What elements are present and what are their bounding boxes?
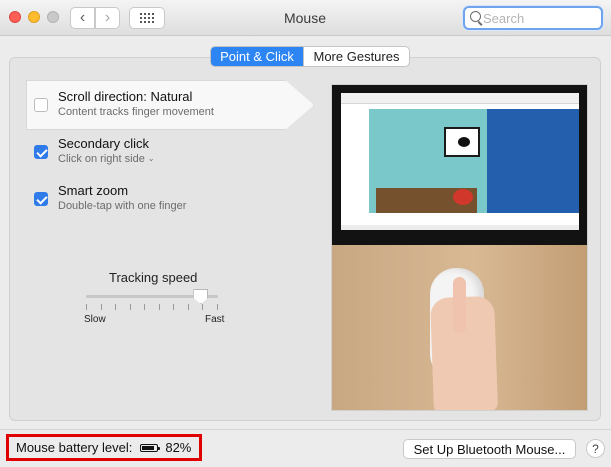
search-field[interactable]: [463, 6, 603, 30]
scroll-direction-option[interactable]: Scroll direction: Natural Content tracks…: [34, 89, 294, 131]
zoom-window-button[interactable]: [47, 11, 59, 23]
option-title: Scroll direction: Natural: [58, 89, 193, 104]
preview-monitor: [332, 85, 587, 245]
fast-label: Fast: [205, 314, 225, 325]
battery-label: Mouse battery level:: [16, 440, 133, 455]
option-subtitle: Double-tap with one finger: [58, 200, 187, 212]
smart-zoom-option[interactable]: Smart zoom Double-tap with one finger: [34, 183, 294, 225]
grid-icon: [140, 13, 154, 23]
chevron-down-icon: ⌄: [147, 154, 155, 163]
show-all-button[interactable]: [129, 7, 165, 29]
close-window-button[interactable]: [9, 11, 21, 23]
minimize-window-button[interactable]: [28, 11, 40, 23]
chevron-left-icon: ‹: [79, 9, 86, 26]
checkmark-icon: [36, 146, 48, 158]
slow-label: Slow: [84, 314, 106, 325]
battery-fill: [142, 445, 154, 450]
finger-icon: [453, 277, 466, 333]
tab-label: Point & Click: [220, 49, 294, 64]
gesture-tabs: Point & Click More Gestures: [210, 46, 410, 67]
scroll-direction-checkbox[interactable]: [34, 98, 48, 112]
search-input[interactable]: [483, 9, 595, 27]
battery-percentage: 82%: [165, 440, 192, 455]
help-button[interactable]: ?: [586, 439, 605, 458]
preview-left-panel: [341, 109, 369, 213]
preview-browser-bar: [341, 93, 579, 104]
tab-label: More Gestures: [313, 49, 400, 64]
checkmark-icon: [36, 193, 48, 205]
secondary-click-checkbox[interactable]: [34, 145, 48, 159]
preview-chair: [453, 189, 473, 205]
slider-ticks: [86, 304, 218, 310]
preview-picture-frame: [444, 127, 480, 157]
tab-more-gestures[interactable]: More Gestures: [303, 47, 409, 66]
forward-button[interactable]: ›: [95, 7, 120, 29]
tab-point-and-click[interactable]: Point & Click: [211, 47, 303, 66]
setup-bluetooth-mouse-button[interactable]: Set Up Bluetooth Mouse...: [403, 439, 576, 459]
back-button[interactable]: ‹: [70, 7, 95, 29]
option-title: Secondary click: [58, 136, 150, 151]
window-title: Mouse: [283, 10, 327, 26]
mouse-preferences-window: ‹ › Mouse Point & Click More Gestures: [0, 0, 611, 467]
battery-cap: [158, 446, 161, 450]
search-icon: [470, 11, 481, 22]
battery-highlight: Mouse battery level: 82%: [6, 434, 202, 461]
preview-dock: [341, 225, 579, 230]
option-title: Smart zoom: [58, 183, 129, 198]
help-label: ?: [592, 441, 599, 456]
smart-zoom-checkbox[interactable]: [34, 192, 48, 206]
gesture-preview-video: [331, 84, 588, 411]
setup-button-label: Set Up Bluetooth Mouse...: [413, 441, 566, 457]
title-bar: ‹ › Mouse: [0, 0, 611, 36]
chevron-right-icon: ›: [104, 9, 111, 26]
option-subtitle: Click on right side: [58, 153, 145, 165]
secondary-click-dropdown[interactable]: Click on right side ⌄: [58, 153, 155, 165]
footer-divider: [0, 429, 611, 430]
option-subtitle: Content tracks finger movement: [58, 106, 214, 118]
preview-blue-wall: [487, 109, 579, 213]
battery-icon: [140, 443, 161, 452]
tracking-speed-label: Tracking speed: [109, 270, 198, 285]
secondary-click-option[interactable]: Secondary click Click on right side ⌄: [34, 136, 294, 178]
preview-screen: [341, 93, 579, 230]
